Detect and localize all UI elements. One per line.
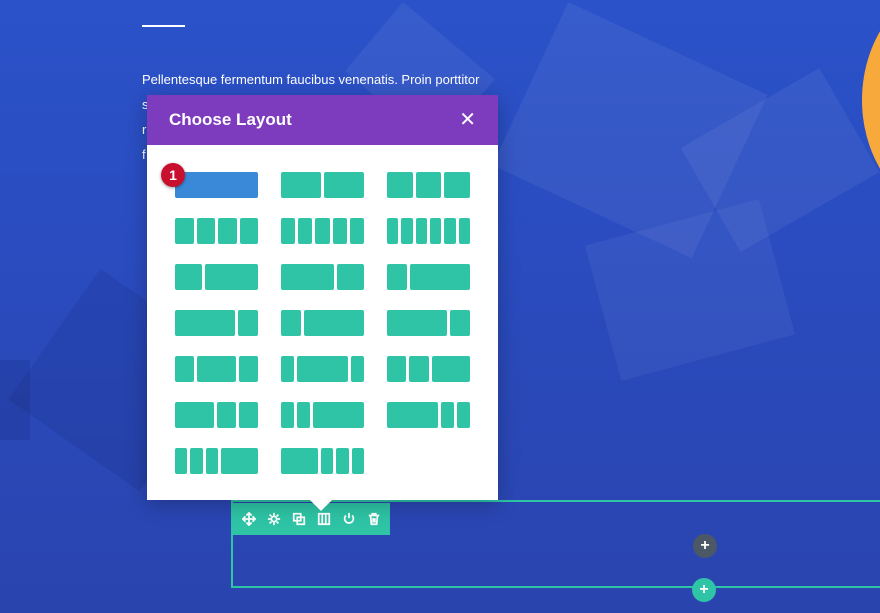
layout-column [205, 448, 218, 474]
add-row-button[interactable]: + [692, 578, 716, 602]
layout-column [351, 448, 364, 474]
layout-option[interactable] [387, 264, 470, 290]
layout-column [281, 310, 301, 336]
layout-option[interactable] [281, 310, 364, 336]
gear-icon[interactable] [264, 509, 284, 529]
layout-column [197, 356, 236, 382]
layout-column [196, 218, 215, 244]
layout-column [175, 264, 202, 290]
layout-option[interactable] [387, 218, 470, 244]
layout-option[interactable] [175, 356, 258, 382]
decorative-circle [862, 0, 880, 220]
layout-column [415, 172, 442, 198]
layout-column [238, 310, 258, 336]
close-icon[interactable]: ✕ [459, 110, 476, 130]
layout-column [281, 172, 321, 198]
layout-column [450, 310, 470, 336]
layout-column [298, 218, 313, 244]
layout-option[interactable] [387, 172, 470, 198]
layout-column [321, 448, 334, 474]
layout-option[interactable] [281, 264, 364, 290]
layout-column [429, 218, 442, 244]
layout-column [204, 264, 258, 290]
layout-option[interactable] [175, 310, 258, 336]
layout-column [315, 218, 330, 244]
layout-option[interactable] [175, 218, 258, 244]
layout-option[interactable] [175, 448, 258, 474]
layout-column [175, 310, 235, 336]
layout-column [431, 356, 470, 382]
layout-column [457, 402, 470, 428]
trash-icon[interactable] [364, 509, 384, 529]
layout-column [415, 218, 427, 244]
layout-column [175, 218, 194, 244]
body-text-line: Pellentesque fermentum faucibus venenati… [142, 72, 480, 87]
layout-column [281, 356, 294, 382]
power-icon[interactable] [339, 509, 359, 529]
layout-column [324, 172, 364, 198]
layout-column [351, 356, 364, 382]
layout-column [218, 218, 237, 244]
step-badge: 1 [161, 163, 185, 187]
layout-column [281, 218, 296, 244]
layout-column [401, 218, 413, 244]
layout-column [220, 448, 258, 474]
layout-option[interactable] [387, 310, 470, 336]
modal-caret [309, 499, 333, 511]
layout-column [332, 218, 347, 244]
layout-column [312, 402, 364, 428]
layout-column [409, 356, 429, 382]
layout-option[interactable] [281, 402, 364, 428]
layout-column [296, 402, 310, 428]
layout-column [175, 172, 258, 198]
layout-option[interactable] [175, 402, 258, 428]
layout-column [296, 356, 349, 382]
layout-column [444, 218, 456, 244]
layout-column [387, 402, 439, 428]
layout-column [304, 310, 364, 336]
layout-column [175, 356, 195, 382]
layout-column [410, 264, 470, 290]
layout-option[interactable] [281, 356, 364, 382]
layout-column [444, 172, 470, 198]
layout-column [238, 356, 258, 382]
modal-header: Choose Layout ✕ [147, 95, 498, 145]
layout-column [387, 310, 447, 336]
layout-column [281, 264, 335, 290]
add-module-button[interactable]: + [693, 534, 717, 558]
layout-column [239, 218, 258, 244]
layout-column [458, 218, 470, 244]
bg-shape [0, 360, 30, 440]
choose-layout-modal: Choose Layout ✕ [147, 95, 498, 500]
layout-column [238, 402, 258, 428]
layout-column [441, 402, 455, 428]
duplicate-icon[interactable] [289, 509, 309, 529]
layout-column [387, 172, 413, 198]
layout-option[interactable] [387, 356, 470, 382]
layout-column [337, 264, 364, 290]
layout-option[interactable] [175, 172, 258, 198]
layout-option[interactable] [175, 264, 258, 290]
layout-column [349, 218, 364, 244]
layout-column [281, 402, 294, 428]
layout-option[interactable] [281, 218, 364, 244]
columns-icon[interactable] [314, 509, 334, 529]
layout-column [216, 402, 236, 428]
layout-column [387, 356, 407, 382]
layout-column [387, 218, 399, 244]
heading-divider [142, 25, 185, 27]
layout-column [190, 448, 203, 474]
move-icon[interactable] [239, 509, 259, 529]
layout-column [175, 448, 188, 474]
layout-option[interactable] [281, 448, 364, 474]
layout-column [336, 448, 349, 474]
modal-title: Choose Layout [169, 110, 292, 129]
layout-option[interactable] [387, 402, 470, 428]
layout-option[interactable] [281, 172, 364, 198]
layout-column [175, 402, 214, 428]
layout-column [281, 448, 318, 474]
layout-column [387, 264, 407, 290]
